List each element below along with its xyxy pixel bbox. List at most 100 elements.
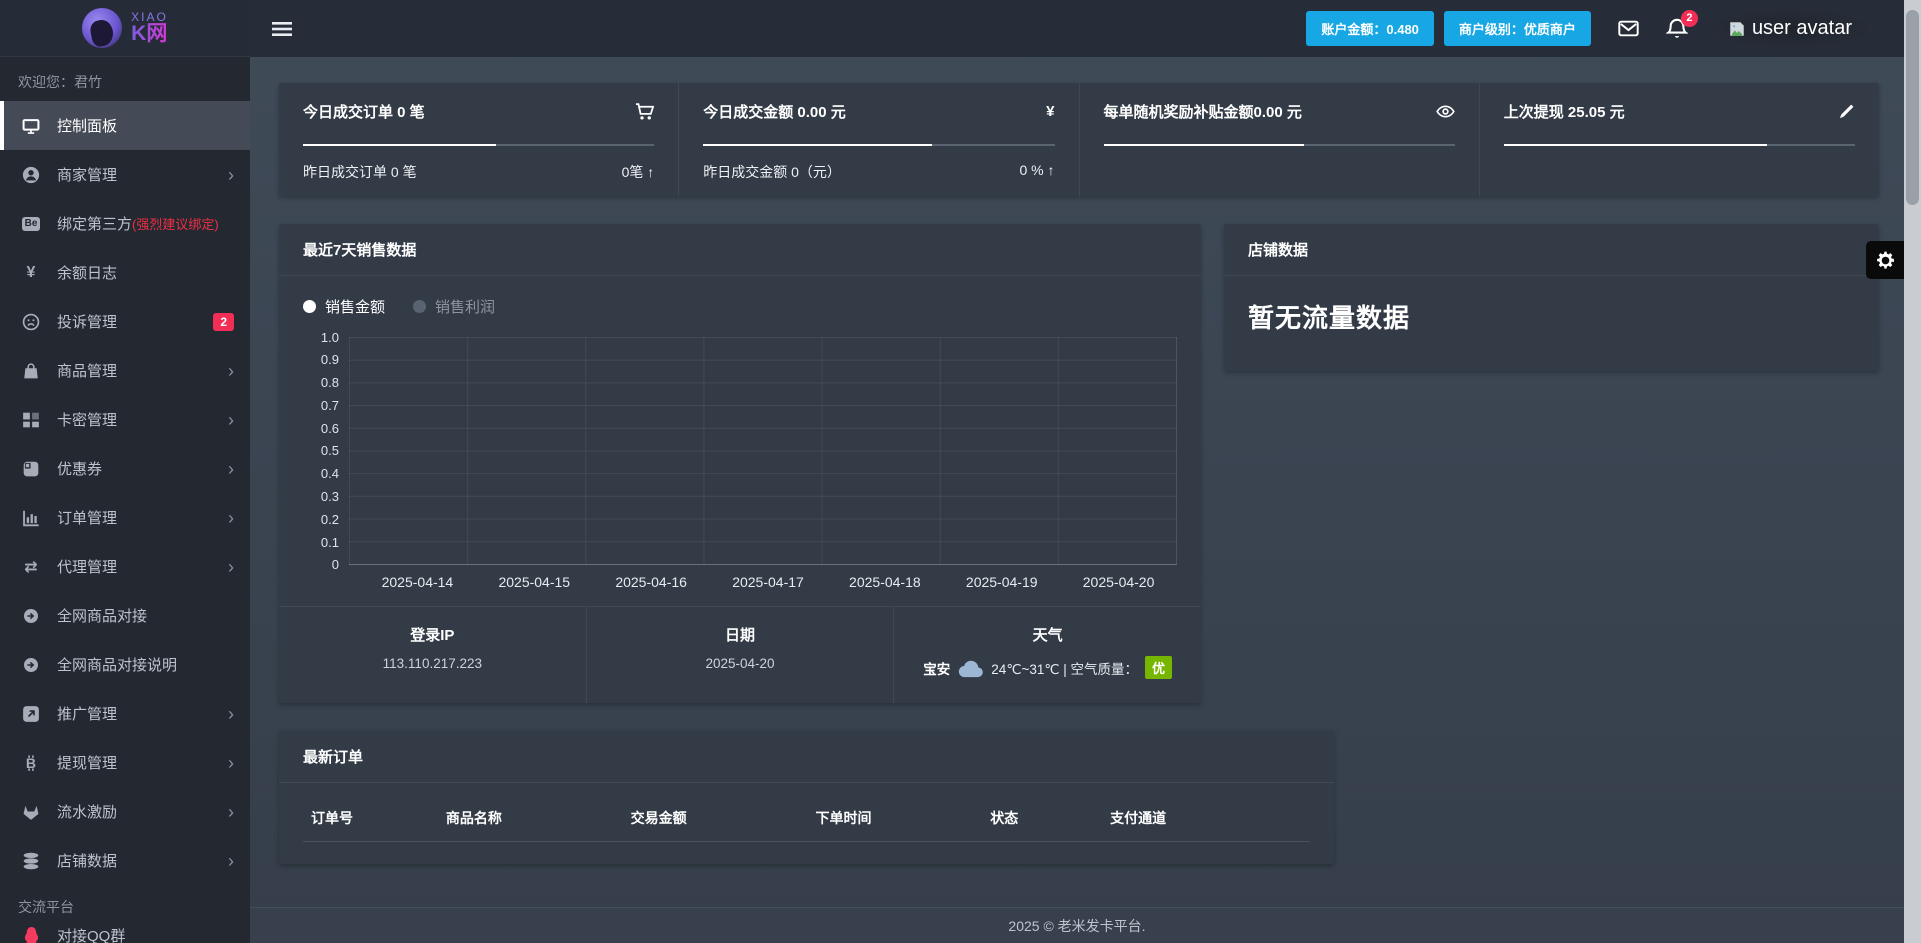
notification-count-badge: 2: [1680, 9, 1698, 27]
x-axis-label: 2025-04-17: [732, 574, 804, 590]
brand-logo[interactable]: XIAO K网: [0, 0, 250, 57]
chart-legend: 销售金额 销售利润: [303, 296, 1177, 317]
arrow-circle-icon: [20, 657, 42, 673]
coupon-icon: [20, 460, 42, 478]
sidebar-item-label: 商家管理: [57, 167, 118, 184]
stat-sub-left: 昨日成交订单 0 笔: [303, 164, 417, 180]
sidebar-item[interactable]: 推广管理 ›: [0, 689, 250, 738]
yen-icon: ¥: [26, 263, 36, 281]
pencil-icon: [1837, 103, 1855, 121]
info-value: 2025-04-20: [705, 656, 775, 671]
sidebar-item-label: 全网商品对接: [57, 608, 148, 625]
sidebar-item-label: 提现管理: [57, 755, 118, 772]
eye-icon: [1435, 102, 1455, 121]
table-column-header[interactable]: 下单时间: [815, 808, 990, 828]
legend-item[interactable]: 销售利润: [413, 296, 495, 317]
sidebar-menu: 控制面板 商家管理 › Be 绑定第三方 (强烈建议绑定) ¥ 余额日志 投诉管…: [0, 101, 250, 885]
sidebar-item-qq-group[interactable]: 对接QQ群: [0, 925, 250, 943]
messages-button[interactable]: [1617, 18, 1640, 39]
stat-card-title: 今日成交金额 0.00 元: [703, 104, 846, 121]
settings-gear-button[interactable]: [1866, 241, 1904, 279]
user-icon: [20, 166, 42, 184]
x-axis-label: 2025-04-14: [381, 574, 454, 590]
table-column-header[interactable]: 订单号: [311, 808, 446, 828]
sidebar-item[interactable]: Be 绑定第三方 (强烈建议绑定): [0, 199, 250, 248]
sidebar-item[interactable]: 卡密管理 ›: [0, 395, 250, 444]
legend-dot-icon: [413, 300, 427, 313]
sidebar-item[interactable]: 商品管理 ›: [0, 346, 250, 395]
sidebar-item[interactable]: 全网商品对接: [0, 591, 250, 640]
hamburger-menu-icon[interactable]: [272, 21, 292, 37]
footer: 2025 © 老米发卡平台.: [250, 907, 1904, 943]
notifications-button[interactable]: 2: [1665, 9, 1698, 40]
table-column-header[interactable]: 商品名称: [446, 808, 631, 828]
cloud-icon: [957, 657, 984, 679]
sidebar-item[interactable]: 商家管理 ›: [0, 150, 250, 199]
sidebar-item-label: 代理管理: [57, 559, 118, 576]
sidebar-item-label: 优惠券: [57, 461, 103, 478]
orders-panel-title: 最新订单: [279, 731, 1334, 783]
chevron-right-icon: ›: [228, 164, 234, 185]
chevron-right-icon: ›: [228, 850, 234, 871]
sidebar-item[interactable]: 优惠券 ›: [0, 444, 250, 493]
sidebar-item[interactable]: 控制面板: [0, 101, 250, 150]
bag-icon: [20, 362, 42, 380]
main-area: 账户金额：0.480 商户级别：优质商户 2 user avatar 今日成交订单…: [250, 0, 1904, 943]
x-axis-label: 2025-04-18: [849, 574, 921, 590]
topbar-badge[interactable]: 商户级别：优质商户: [1443, 11, 1591, 46]
sidebar-item[interactable]: 投诉管理 2: [0, 297, 250, 346]
sidebar-item[interactable]: 店铺数据 ›: [0, 836, 250, 885]
swap-icon: ⇄: [24, 558, 38, 576]
legend-label: 销售利润: [435, 299, 496, 316]
legend-item[interactable]: 销售金额: [303, 296, 385, 317]
table-column-header[interactable]: 交易金额: [631, 808, 816, 828]
external-icon: [20, 705, 42, 723]
stat-progress-bar: [703, 144, 1055, 146]
copyright-text: 2025 © 老米发卡平台.: [1008, 917, 1146, 934]
latest-orders-panel: 最新订单 订单号 商品名称 交易金额 下单时间 状态 支付通道: [279, 731, 1334, 864]
scrollbar-thumb[interactable]: [1906, 10, 1919, 205]
qq-icon: [20, 926, 42, 943]
sidebar-item[interactable]: ⇄ 代理管理 ›: [0, 542, 250, 591]
stat-card: 今日成交金额 0.00 元 ¥ 昨日成交金额 0（元） 0 % ↑: [678, 83, 1078, 196]
chart-bar-icon: [20, 509, 42, 527]
topbar-badges: 账户金额：0.480 商户级别：优质商户: [1296, 11, 1591, 46]
sidebar-item[interactable]: 订单管理 ›: [0, 493, 250, 542]
stat-sub-right: 0 % ↑: [1019, 162, 1055, 178]
sidebar-item[interactable]: B 提现管理 ›: [0, 738, 250, 787]
stat-card-title: 今日成交订单 0 笔: [303, 104, 425, 121]
sidebar-item[interactable]: ¥ 余额日志: [0, 248, 250, 297]
stat-progress-bar: [303, 144, 655, 146]
legend-dot-icon: [303, 300, 316, 313]
frown-icon: [20, 313, 42, 331]
info-cell: 登录IP 113.110.217.223: [279, 607, 586, 703]
sidebar-item[interactable]: 流水激励 ›: [0, 787, 250, 836]
sidebar-item[interactable]: 全网商品对接说明: [0, 640, 250, 689]
logo-text-main: K网: [131, 22, 168, 46]
info-value: 113.110.217.223: [382, 656, 483, 671]
info-label: 日期: [725, 627, 756, 644]
gitlab-icon: [20, 803, 42, 821]
arrow-circle-icon: [20, 608, 42, 624]
chevron-right-icon: ›: [228, 556, 234, 577]
database-icon: [20, 852, 42, 870]
page-scrollbar[interactable]: [1904, 0, 1921, 943]
chevron-right-icon: ›: [228, 752, 234, 773]
avatar-alt-text: user avatar: [1751, 17, 1852, 39]
dashboard-content: 今日成交订单 0 笔 昨日成交订单 0 笔 0笔 ↑ 今日成交金额 0.00 元…: [250, 57, 1904, 907]
app-window: XIAO K网 欢迎您：君竹 控制面板 商家管理 › Be 绑定第三方 (强烈建…: [0, 0, 1904, 943]
info-label: 登录IP: [410, 627, 455, 644]
sidebar-item-label: 店铺数据: [57, 853, 118, 870]
stat-card: 每单随机奖励补贴金额0.00 元: [1078, 83, 1479, 196]
table-column-header[interactable]: 支付通道: [1110, 808, 1310, 828]
cart-icon: [635, 102, 655, 121]
topbar: 账户金额：0.480 商户级别：优质商户 2 user avatar: [250, 0, 1904, 57]
user-avatar[interactable]: user avatar: [1711, 9, 1868, 48]
bitcoin-icon: B: [20, 754, 42, 772]
blocks-icon: [20, 411, 42, 429]
weather-temp-air: 24℃~31℃ | 空气质量：: [991, 661, 1139, 677]
table-column-header[interactable]: 状态: [990, 808, 1110, 828]
sidebar-item-label: 订单管理: [57, 510, 118, 527]
sidebar-item-label: 流水激励: [57, 804, 118, 821]
topbar-badge[interactable]: 账户金额：0.480: [1306, 11, 1434, 46]
